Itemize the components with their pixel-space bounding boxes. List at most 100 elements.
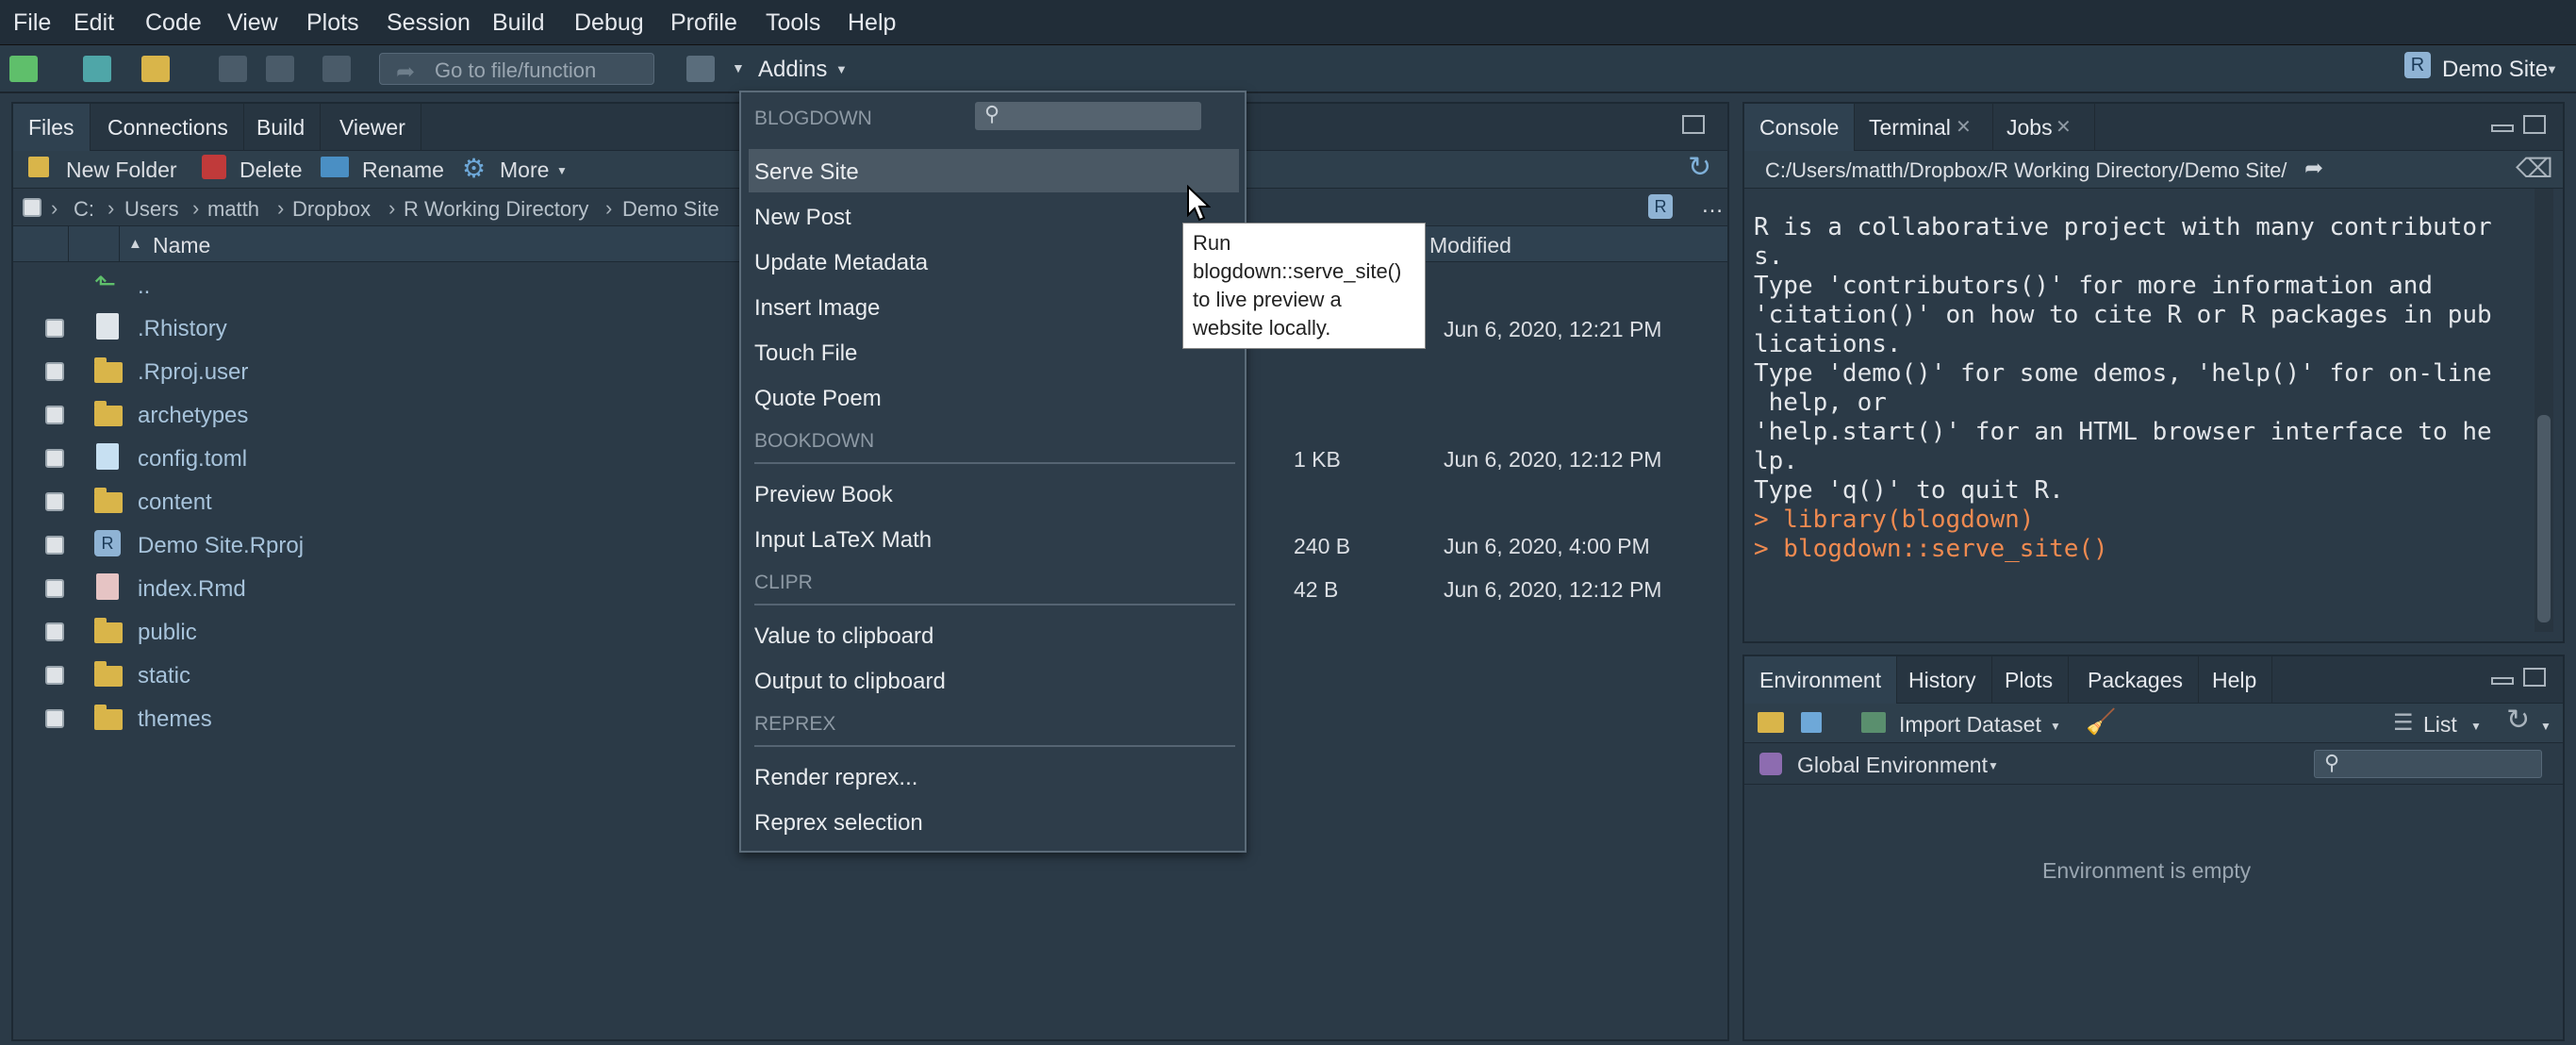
- menu-item-render-reprex[interactable]: Render reprex...: [754, 765, 917, 791]
- column-name[interactable]: Name: [153, 233, 210, 258]
- row-checkbox[interactable]: [45, 536, 64, 555]
- environment-search-input[interactable]: ⚲: [2314, 750, 2542, 778]
- tab-console[interactable]: Console: [1744, 104, 1856, 151]
- addins-button[interactable]: Addins: [758, 57, 827, 83]
- menu-item-preview-book[interactable]: Preview Book: [754, 482, 893, 508]
- pane-layout-icon[interactable]: [686, 56, 715, 82]
- menu-edit[interactable]: Edit: [74, 9, 114, 37]
- tab-connections[interactable]: Connections: [92, 104, 244, 151]
- tab-help[interactable]: Help: [2197, 656, 2273, 704]
- more-button[interactable]: More: [500, 158, 549, 183]
- row-checkbox[interactable]: [45, 666, 64, 685]
- breadcrumb-item[interactable]: Demo Site: [622, 197, 719, 222]
- row-checkbox[interactable]: [45, 319, 64, 338]
- menu-build[interactable]: Build: [492, 9, 545, 37]
- console-output[interactable]: R is a collaborative project with many c…: [1754, 213, 2518, 628]
- menu-tools[interactable]: Tools: [766, 9, 820, 37]
- rename-button[interactable]: Rename: [362, 158, 444, 183]
- menu-session[interactable]: Session: [387, 9, 471, 37]
- menu-item-quote-poem[interactable]: Quote Poem: [754, 386, 882, 412]
- file-name-link[interactable]: .Rproj.user: [138, 359, 248, 386]
- refresh-icon[interactable]: ↻: [1688, 151, 1711, 184]
- goto-file-input[interactable]: Go to file/function: [379, 53, 654, 85]
- go-to-project-icon[interactable]: R: [1648, 194, 1673, 219]
- tab-files[interactable]: Files: [13, 104, 91, 151]
- minimize-pane-icon[interactable]: [2491, 677, 2514, 685]
- row-checkbox[interactable]: [45, 406, 64, 424]
- tab-plots[interactable]: Plots: [1990, 656, 2070, 704]
- go-to-directory-icon[interactable]: ➦: [2304, 155, 2323, 182]
- console-scrollbar[interactable]: [2535, 189, 2553, 632]
- new-project-icon[interactable]: [83, 56, 111, 82]
- tab-packages[interactable]: Packages: [2072, 656, 2200, 704]
- menu-item-value-to-clipboard[interactable]: Value to clipboard: [754, 623, 933, 650]
- broom-icon[interactable]: 🧹: [2086, 707, 2116, 737]
- menu-debug[interactable]: Debug: [574, 9, 644, 37]
- breadcrumb-item[interactable]: Users: [124, 197, 178, 222]
- file-name-link[interactable]: archetypes: [138, 403, 248, 429]
- tab-history[interactable]: History: [1893, 656, 1992, 704]
- column-modified[interactable]: Modified: [1429, 233, 1511, 258]
- row-checkbox[interactable]: [45, 362, 64, 381]
- refresh-icon[interactable]: ↻: [2506, 704, 2530, 737]
- new-file-icon[interactable]: [9, 56, 38, 82]
- addins-search-input[interactable]: ⚲: [975, 102, 1201, 130]
- row-checkbox[interactable]: [45, 449, 64, 468]
- menu-item-serve-site[interactable]: Serve Site: [754, 159, 859, 186]
- tab-viewer[interactable]: Viewer: [324, 104, 421, 151]
- menu-item-input-latex-math[interactable]: Input LaTeX Math: [754, 527, 932, 554]
- menu-help[interactable]: Help: [848, 9, 896, 37]
- file-name-link[interactable]: Demo Site.Rproj: [138, 533, 304, 559]
- file-name-link[interactable]: .Rhistory: [138, 316, 227, 342]
- breadcrumb-item[interactable]: Dropbox: [292, 197, 371, 222]
- menu-item-reprex-selection[interactable]: Reprex selection: [754, 810, 923, 837]
- row-checkbox[interactable]: [45, 709, 64, 728]
- clear-console-icon[interactable]: ⌫: [2516, 153, 2553, 184]
- project-menu[interactable]: Demo Site: [2442, 57, 2548, 83]
- row-checkbox[interactable]: [45, 622, 64, 641]
- print-icon[interactable]: [322, 56, 351, 82]
- save-workspace-icon[interactable]: [1801, 712, 1822, 733]
- menu-item-update-metadata[interactable]: Update Metadata: [754, 250, 928, 276]
- save-all-icon[interactable]: [266, 56, 294, 82]
- breadcrumb-item[interactable]: R Working Directory: [404, 197, 588, 222]
- select-all-checkbox[interactable]: [23, 198, 41, 217]
- load-workspace-icon[interactable]: [1758, 712, 1784, 733]
- new-folder-button[interactable]: New Folder: [66, 158, 177, 183]
- tab-jobs[interactable]: Jobs: [1991, 104, 2095, 151]
- breadcrumb-item[interactable]: C:: [74, 197, 94, 222]
- file-name-link[interactable]: static: [138, 663, 190, 689]
- parent-directory-link[interactable]: ..: [138, 274, 150, 300]
- row-checkbox[interactable]: [45, 492, 64, 511]
- file-name-link[interactable]: index.Rmd: [138, 576, 246, 603]
- tab-environment[interactable]: Environment: [1744, 656, 1898, 704]
- row-checkbox[interactable]: [45, 579, 64, 598]
- close-icon[interactable]: ✕: [2056, 115, 2072, 139]
- close-icon[interactable]: ✕: [1956, 115, 1972, 139]
- menu-item-output-to-clipboard[interactable]: Output to clipboard: [754, 669, 946, 695]
- more-options-icon[interactable]: …: [1701, 192, 1724, 219]
- menu-code[interactable]: Code: [145, 9, 202, 37]
- open-file-icon[interactable]: [141, 56, 170, 82]
- menu-profile[interactable]: Profile: [670, 9, 737, 37]
- menu-plots[interactable]: Plots: [306, 9, 359, 37]
- tab-build[interactable]: Build: [241, 104, 322, 151]
- delete-button[interactable]: Delete: [239, 158, 302, 183]
- menu-file[interactable]: File: [13, 9, 51, 37]
- menu-view[interactable]: View: [227, 9, 278, 37]
- maximize-pane-icon[interactable]: [2523, 115, 2546, 134]
- file-name-link[interactable]: public: [138, 620, 197, 646]
- file-name-link[interactable]: content: [138, 489, 212, 516]
- tab-terminal[interactable]: Terminal: [1854, 104, 1993, 151]
- menu-item-new-post[interactable]: New Post: [754, 205, 851, 231]
- save-icon[interactable]: [219, 56, 247, 82]
- restore-pane-icon[interactable]: [1682, 115, 1705, 134]
- file-name-link[interactable]: config.toml: [138, 446, 247, 473]
- minimize-pane-icon[interactable]: [2491, 124, 2514, 132]
- menu-item-insert-image[interactable]: Insert Image: [754, 295, 880, 322]
- import-dataset-button[interactable]: Import Dataset: [1899, 712, 2041, 738]
- file-name-link[interactable]: themes: [138, 706, 212, 733]
- breadcrumb-item[interactable]: matth: [207, 197, 259, 222]
- view-mode-dropdown[interactable]: List: [2423, 712, 2457, 738]
- scrollbar-thumb[interactable]: [2537, 415, 2551, 622]
